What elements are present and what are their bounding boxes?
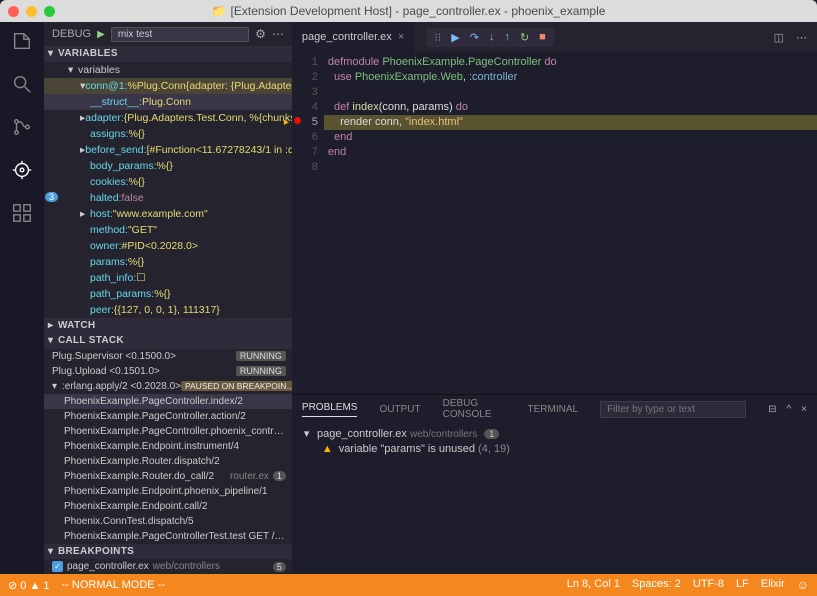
stack-frame-row[interactable]: PhoenixExample.PageController.phoenix_co… bbox=[44, 424, 292, 439]
breakpoint-checkbox[interactable]: ✓ bbox=[52, 561, 63, 572]
more-actions-icon[interactable]: ⋯ bbox=[796, 31, 807, 44]
editor-tabs: page_controller.ex × ⁝⁝ ▶ ↷ ↓ ↑ ↻ ■ ◫ ⋯ bbox=[292, 22, 817, 52]
debug-icon[interactable] bbox=[11, 159, 33, 184]
variable-row[interactable]: params: %{} bbox=[44, 254, 292, 270]
debug-settings-icon[interactable]: ⚙ bbox=[255, 27, 266, 41]
stack-frame-row[interactable]: PhoenixExample.Endpoint.phoenix_pipeline… bbox=[44, 484, 292, 499]
step-out-button[interactable]: ↑ bbox=[504, 31, 510, 43]
editor-tab[interactable]: page_controller.ex × bbox=[292, 22, 414, 52]
continue-button[interactable]: ▶ bbox=[451, 31, 459, 44]
explorer-icon[interactable] bbox=[11, 30, 33, 55]
status-cursor-position[interactable]: Ln 8, Col 1 bbox=[567, 578, 620, 592]
variable-row[interactable]: peer: {{127, 0, 0, 1}, 111317} bbox=[44, 302, 292, 318]
status-vim-mode: -- NORMAL MODE -- bbox=[62, 579, 165, 591]
thread-row[interactable]: Plug.Upload <0.1501.0>RUNNING bbox=[44, 364, 292, 379]
variables-scope[interactable]: ▾variables bbox=[44, 62, 292, 78]
variable-row[interactable]: ▸before_send: [#Function<11.67278243/1 i… bbox=[44, 142, 292, 158]
code-editor[interactable]: ▸ 12345678 defmodule PhoenixExample.Page… bbox=[292, 52, 817, 394]
search-icon[interactable] bbox=[11, 73, 33, 98]
problems-filter-input[interactable] bbox=[600, 401, 746, 418]
stack-frame-row[interactable]: Phoenix.ConnTest.dispatch/5 bbox=[44, 514, 292, 529]
tab-terminal[interactable]: TERMINAL bbox=[528, 404, 579, 415]
stack-frame-row[interactable]: PhoenixExample.PageController.action/2 bbox=[44, 409, 292, 424]
status-bar: ⊘ 0 ▲ 1 -- NORMAL MODE -- Ln 8, Col 1 Sp… bbox=[0, 574, 817, 596]
window-titlebar: 📁[Extension Development Host] - page_con… bbox=[0, 0, 817, 22]
tab-debug-console[interactable]: DEBUG CONSOLE bbox=[443, 398, 506, 420]
close-tab-icon[interactable]: × bbox=[398, 31, 404, 43]
stack-frame-row[interactable]: PhoenixExample.Endpoint.instrument/4 bbox=[44, 439, 292, 454]
variable-row[interactable]: body_params: %{} bbox=[44, 158, 292, 174]
status-errors-warnings[interactable]: ⊘ 0 ▲ 1 bbox=[8, 579, 50, 592]
variables-tree: ▾variables ▾conn@1: %Plug.Conn{adapter: … bbox=[44, 62, 292, 318]
stack-frame-row[interactable]: PhoenixExample.Router.do_call/2router.ex… bbox=[44, 469, 292, 484]
step-over-button[interactable]: ↷ bbox=[470, 31, 479, 44]
stack-frame-row[interactable]: PhoenixExample.PageControllerTest.test G… bbox=[44, 529, 292, 544]
status-eol[interactable]: LF bbox=[736, 578, 749, 592]
variable-row[interactable]: path_params: %{} bbox=[44, 286, 292, 302]
status-encoding[interactable]: UTF-8 bbox=[693, 578, 724, 592]
stop-button[interactable]: ■ bbox=[539, 31, 546, 43]
problem-file-row[interactable]: ▾ page_controller.ex web/controllers 1 bbox=[304, 427, 805, 440]
variable-row[interactable]: __struct__: Plug.Conn bbox=[44, 94, 292, 110]
source-control-icon[interactable] bbox=[11, 116, 33, 141]
debug-more-icon[interactable]: ⋯ bbox=[272, 27, 284, 41]
tab-problems[interactable]: PROBLEMS bbox=[302, 402, 358, 417]
breakpoint-row[interactable]: ✓ page_controller.ex web/controllers 5 bbox=[44, 559, 292, 574]
collapse-all-icon[interactable]: ⊟ bbox=[768, 404, 776, 415]
variable-row[interactable]: ▾conn@1: %Plug.Conn{adapter: {Plug.Adapt… bbox=[44, 78, 292, 94]
variable-row[interactable]: cookies: %{} bbox=[44, 174, 292, 190]
variable-row[interactable]: path_info: ☐ bbox=[44, 270, 292, 286]
warning-icon: ▲ bbox=[322, 443, 333, 455]
maximize-panel-icon[interactable]: ^ bbox=[786, 404, 791, 415]
stack-frame-row[interactable]: PhoenixExample.Endpoint.call/2 bbox=[44, 499, 292, 514]
variables-section-header[interactable]: ▾VARIABLES bbox=[44, 46, 292, 61]
tab-label: page_controller.ex bbox=[302, 31, 392, 43]
line-gutter: 12345678 bbox=[292, 52, 328, 394]
debug-sidebar: DEBUG ▶ mix test ⚙ ⋯ ▾VARIABLES ▾variabl… bbox=[44, 22, 292, 574]
extensions-badge: 3 bbox=[45, 192, 58, 202]
bottom-panel: PROBLEMS OUTPUT DEBUG CONSOLE TERMINAL ⊟… bbox=[292, 394, 817, 574]
code-lines[interactable]: defmodule PhoenixExample.PageController … bbox=[328, 52, 817, 394]
start-debug-button[interactable]: ▶ bbox=[97, 29, 105, 40]
execution-pointer-icon: ▸ bbox=[284, 115, 289, 130]
thread-row[interactable]: Plug.Supervisor <0.1500.0>RUNNING bbox=[44, 349, 292, 364]
variable-row[interactable]: halted: false bbox=[44, 190, 292, 206]
callstack-section-header[interactable]: ▾CALL STACK bbox=[44, 333, 292, 348]
status-indentation[interactable]: Spaces: 2 bbox=[632, 578, 681, 592]
editor-area: page_controller.ex × ⁝⁝ ▶ ↷ ↓ ↑ ↻ ■ ◫ ⋯ … bbox=[292, 22, 817, 574]
watch-section-header[interactable]: ▸WATCH bbox=[44, 318, 292, 333]
split-editor-icon[interactable]: ◫ bbox=[774, 31, 784, 44]
paused-thread-row[interactable]: ▾:erlang.apply/2 <0.2028.0>PAUSED ON BRE… bbox=[44, 379, 292, 394]
variable-row[interactable]: ▸host: "www.example.com" bbox=[44, 206, 292, 222]
variable-row[interactable]: assigns: %{} bbox=[44, 126, 292, 142]
tab-output[interactable]: OUTPUT bbox=[379, 404, 420, 415]
variable-row[interactable]: owner: #PID<0.2028.0> bbox=[44, 238, 292, 254]
variable-row[interactable]: method: "GET" bbox=[44, 222, 292, 238]
breakpoint-dot-icon[interactable] bbox=[294, 117, 301, 124]
debug-toolbar: ⁝⁝ ▶ ↷ ↓ ↑ ↻ ■ bbox=[426, 28, 554, 47]
variable-row[interactable]: ▸adapter: {Plug.Adapters.Test.Conn, %{ch… bbox=[44, 110, 292, 126]
step-into-button[interactable]: ↓ bbox=[489, 31, 495, 43]
window-title: 📁[Extension Development Host] - page_con… bbox=[0, 4, 817, 18]
activity-bar: 3 bbox=[0, 22, 44, 574]
status-language[interactable]: Elixir bbox=[761, 578, 785, 592]
debug-config-select[interactable]: mix test bbox=[111, 27, 249, 42]
close-panel-icon[interactable]: × bbox=[801, 404, 807, 415]
feedback-icon[interactable]: ☺ bbox=[797, 578, 809, 592]
problems-list: ▾ page_controller.ex web/controllers 1 ▲… bbox=[292, 423, 817, 459]
stack-frame-row[interactable]: PhoenixExample.PageController.index/2 bbox=[44, 394, 292, 409]
debug-title: DEBUG bbox=[52, 28, 91, 40]
stack-frame-row[interactable]: PhoenixExample.Router.dispatch/2 bbox=[44, 454, 292, 469]
drag-handle-icon[interactable]: ⁝⁝ bbox=[434, 31, 441, 44]
callstack-tree: Plug.Supervisor <0.1500.0>RUNNINGPlug.Up… bbox=[44, 349, 292, 544]
problem-item[interactable]: ▲variable "params" is unused (4, 19) bbox=[304, 443, 805, 455]
restart-button[interactable]: ↻ bbox=[520, 31, 529, 44]
breakpoints-section-header[interactable]: ▾BREAKPOINTS bbox=[44, 544, 292, 559]
extensions-icon[interactable]: 3 bbox=[11, 202, 33, 227]
